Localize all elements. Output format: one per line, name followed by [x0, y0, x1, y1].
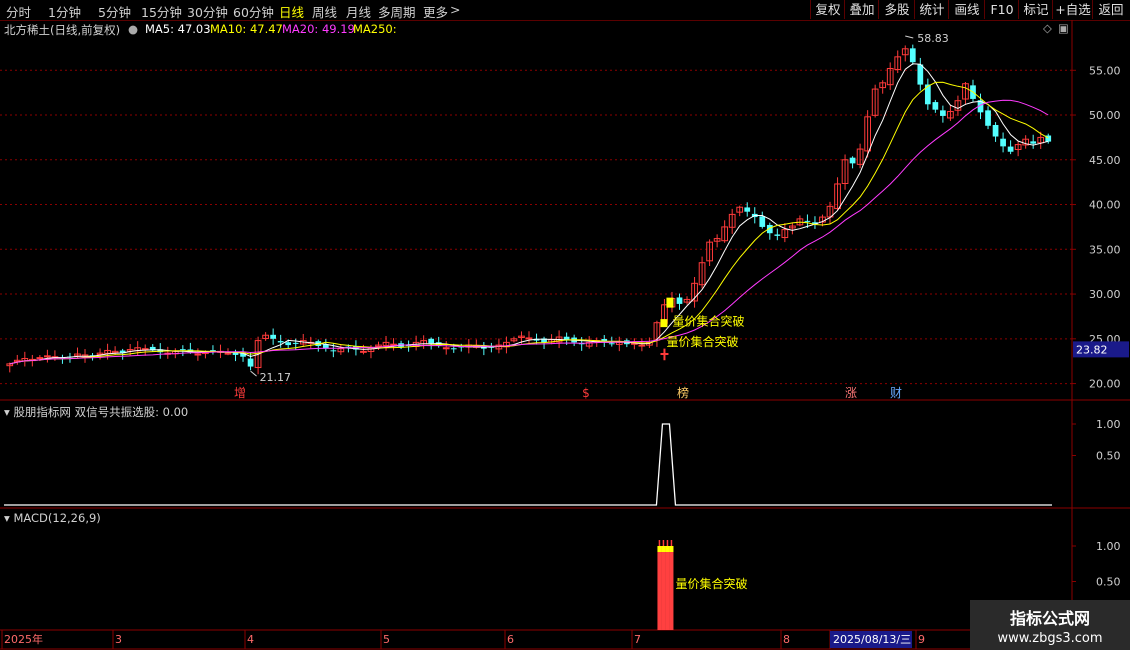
stock-chart: 55.0050.0045.0040.0035.0030.0025.0020.00… — [0, 20, 1130, 650]
buy-cross-icon — [660, 348, 669, 361]
macd-bar-cap — [657, 546, 662, 552]
candle-down — [179, 349, 186, 351]
price-tick-label: 45.00 — [1089, 154, 1121, 167]
macd-signal-text: 量价集合突破 — [675, 576, 747, 591]
date-label: 3 — [115, 633, 122, 646]
signal-tick-label: 1.00 — [1096, 418, 1121, 431]
price-tick-label: 20.00 — [1089, 378, 1121, 391]
macd-tick-label: 1.00 — [1096, 540, 1121, 553]
price-tick-label: 40.00 — [1089, 199, 1121, 212]
date-label: 9 — [918, 633, 925, 646]
low-pointer — [250, 370, 257, 377]
signal-marker-box — [666, 297, 674, 308]
signal-tick-label: 0.50 — [1096, 450, 1121, 463]
candle-up — [194, 353, 202, 356]
price-tick-label: 30.00 — [1089, 288, 1121, 301]
price-tick-label: 50.00 — [1089, 109, 1121, 122]
candle-down — [1007, 146, 1014, 152]
event-marker: $ — [582, 386, 590, 400]
macd-tick-label: 0.50 — [1096, 576, 1121, 589]
candle-down — [744, 207, 751, 212]
macd-bar — [669, 546, 674, 630]
high-price-label: 58.83 — [917, 32, 949, 45]
candle-up — [360, 350, 367, 353]
candle-down — [428, 338, 435, 344]
high-pointer — [905, 35, 914, 39]
macd-bar — [657, 546, 662, 630]
current-price-label: 23.82 — [1076, 343, 1108, 356]
signal-line — [4, 423, 1052, 506]
event-marker: 财 — [890, 386, 902, 400]
candle-down — [932, 102, 939, 110]
ma10-line — [9, 81, 1049, 365]
date-label: 7 — [634, 633, 641, 646]
watermark-title: 指标公式网 — [1009, 609, 1090, 628]
macd-bar — [661, 546, 666, 630]
event-marker: 榜 — [677, 385, 689, 400]
candle-up — [442, 347, 450, 350]
candle-down — [608, 343, 615, 345]
candle-up — [390, 343, 397, 346]
watermark-logo: 指标公式网 www.zbgs3.com — [970, 600, 1130, 650]
candle-down — [1030, 141, 1037, 144]
candle-down — [450, 348, 457, 350]
candle-down — [985, 110, 991, 126]
candle-down — [917, 64, 924, 85]
candle-up — [224, 352, 232, 355]
candle-down — [676, 297, 683, 304]
price-tick-label: 35.00 — [1089, 243, 1121, 256]
event-marker: 涨 — [845, 385, 857, 400]
price-tick-label: 55.00 — [1089, 64, 1121, 77]
candle-up — [141, 348, 149, 351]
macd-bar-cap — [665, 546, 670, 552]
date-label: 6 — [507, 633, 514, 646]
macd-bar-cap — [669, 546, 674, 552]
candle-down — [563, 336, 570, 340]
date-label: 4 — [247, 633, 254, 646]
signal-text-upper: 量价集合突破 — [672, 313, 744, 328]
candle-down — [804, 220, 811, 222]
watermark-url: www.zbgs3.com — [997, 631, 1103, 646]
low-price-label: 21.17 — [260, 371, 292, 384]
candle-up — [36, 357, 44, 360]
macd-bar-cap — [661, 546, 666, 552]
candle-down — [849, 157, 856, 164]
candle-up — [638, 344, 646, 347]
candle-up — [44, 355, 51, 358]
date-label: 5 — [383, 633, 390, 646]
candle-down — [940, 110, 946, 116]
candle-down — [247, 358, 254, 367]
candle-down — [992, 125, 999, 137]
candle-down — [277, 341, 284, 343]
macd-bar — [665, 546, 670, 630]
candle-down — [285, 342, 292, 346]
candle-down — [270, 334, 277, 339]
ma5-line — [9, 63, 1049, 365]
date-label: 2025年 — [4, 632, 43, 646]
candle-down — [330, 350, 337, 352]
candle-down — [1000, 138, 1006, 147]
candle-down — [909, 48, 916, 63]
signal-marker-box — [660, 319, 668, 328]
date-label: 8 — [783, 633, 790, 646]
event-marker: 增 — [234, 386, 246, 400]
candle-down — [759, 216, 766, 227]
cursor-date-label: 2025/08/13/三 — [833, 633, 911, 646]
candle-down — [774, 234, 781, 236]
candle-up — [525, 337, 533, 340]
signal-text-lower: 量价集合突破 — [666, 334, 738, 349]
candle-down — [292, 342, 299, 344]
